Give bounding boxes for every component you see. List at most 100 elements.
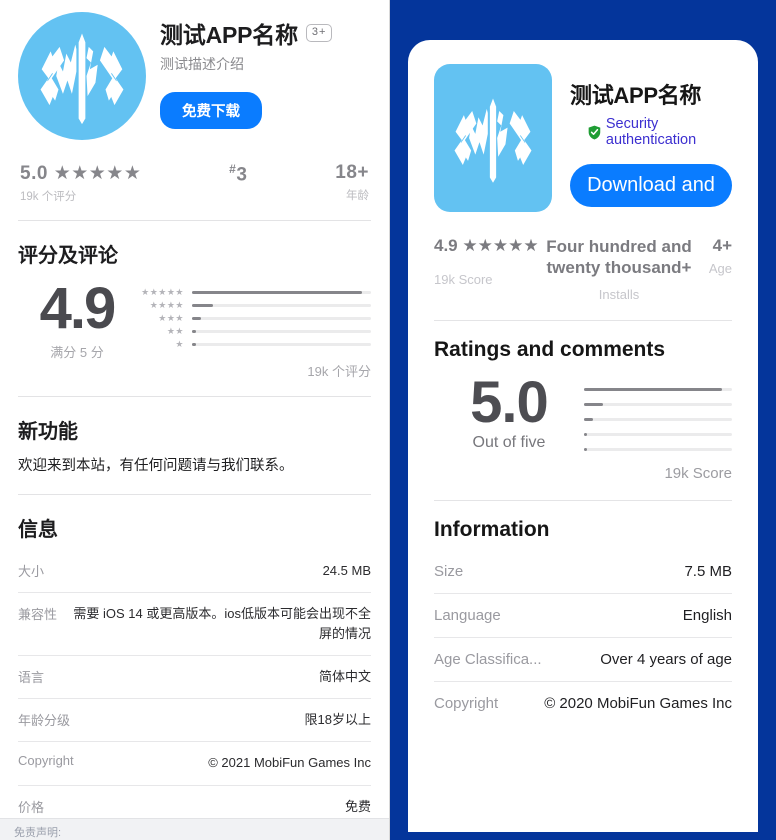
bar-track <box>584 387 732 391</box>
info-key: Copyright <box>18 753 74 769</box>
information-title: 信息 <box>18 518 58 541</box>
info-value: 24.5 MB <box>322 562 371 578</box>
info-value: 免费 <box>344 798 371 814</box>
app-logo-emblem-icon <box>40 33 124 125</box>
average-score-value: 5.0 <box>470 369 549 435</box>
stat-rank: #3 <box>141 162 335 186</box>
download-button[interactable]: Download and <box>570 164 732 207</box>
age-rating-badge: 3+ <box>305 24 333 42</box>
page-title: 测试APP名称 <box>160 22 298 48</box>
divider <box>434 499 732 501</box>
app-card: 测试APP名称 Security authentication Download… <box>408 40 758 832</box>
bar-track <box>584 432 732 436</box>
stat-age: 18+ 年龄 <box>335 162 369 203</box>
left-stats-row: 5.0 ★★★★★ 19k 个评分 #3 18+ 年龄 <box>18 162 371 204</box>
table-row: ★★★ <box>136 312 371 325</box>
whats-new-text: 欢迎来到本站，有任何问题请与我们联系。 <box>18 458 294 474</box>
bar-star-label: ★★★★★ <box>141 287 184 297</box>
info-key: Size <box>434 562 464 580</box>
table-row: Language English <box>434 594 732 638</box>
bar-star-label: ★★ <box>166 326 184 336</box>
installs-label: Installs <box>598 286 640 302</box>
info-value: © 2020 MobiFun Games Inc <box>544 694 732 712</box>
table-row: Copyright © 2021 MobiFun Games Inc <box>18 742 371 786</box>
right-app-page-android: 测试APP名称 Security authentication Download… <box>390 0 776 840</box>
app-icon-rounded[interactable] <box>434 64 552 212</box>
bar-fill <box>192 317 201 320</box>
rating-label: 19k Score <box>434 272 493 287</box>
security-authentication-label: Security authentication <box>605 116 697 148</box>
histogram-bars: 19k Score <box>584 374 732 482</box>
bar-track <box>192 304 371 307</box>
right-stats-row: 4.9 ★★★★★ 19k Score Four hundred and twe… <box>434 236 732 302</box>
info-value: Over 4 years of age <box>600 650 732 668</box>
table-row: Copyright © 2020 MobiFun Games Inc <box>434 682 732 725</box>
bar-fill <box>584 432 587 436</box>
disclaimer-footer: 免责声明: <box>0 818 389 840</box>
divider <box>18 396 371 397</box>
stat-age: 4+ Age <box>696 236 732 276</box>
installs-value: Four hundred and twenty thousand+ <box>546 237 692 278</box>
bar-fill <box>192 304 214 307</box>
shield-check-icon <box>588 125 601 140</box>
download-button[interactable]: 免费下载 <box>160 92 262 129</box>
ratings-section-title: Ratings and comments <box>434 337 666 361</box>
app-store-comparison-screen: 测试APP名称 3+ 测试描述介绍 免费下载 5.0 ★★★★★ 19k 个评分… <box>0 0 776 840</box>
histogram-total-label: 19k Score <box>664 464 732 482</box>
table-row: 年龄分级 限18岁以上 <box>18 699 371 743</box>
divider <box>18 220 371 221</box>
bar-fill <box>584 387 722 391</box>
bar-track <box>584 447 732 451</box>
bar-fill <box>584 447 587 451</box>
info-key: Age Classifica... <box>434 650 542 668</box>
info-key: 价格 <box>18 799 45 815</box>
histogram-total-label: 19k 个评分 <box>307 364 371 379</box>
bar-track <box>192 291 371 294</box>
bar-fill <box>584 402 604 406</box>
information-title: Information <box>434 517 550 541</box>
whats-new-title: 新功能 <box>18 421 78 443</box>
table-row: ★ <box>136 338 371 351</box>
table-row: 语言 简体中文 <box>18 656 371 700</box>
divider <box>434 319 732 321</box>
age-value: 4+ <box>712 236 732 255</box>
average-score: 4.9 满分 5 分 <box>18 278 136 361</box>
information-list: Size 7.5 MB Language English Age Classif… <box>434 550 732 725</box>
rating-value: 5.0 ★★★★★ <box>20 163 142 184</box>
table-row: ★★★★ <box>136 299 371 312</box>
rating-label: 19k 个评分 <box>20 191 77 203</box>
bar-fill <box>192 291 363 294</box>
right-app-header: 测试APP名称 Security authentication Download… <box>434 40 732 212</box>
stat-rating: 4.9 ★★★★★ 19k Score <box>434 236 542 287</box>
info-key: 年龄分级 <box>18 713 71 729</box>
average-score-caption: 满分 5 分 <box>50 345 104 360</box>
info-key: Language <box>434 606 501 624</box>
right-rating-histogram: 5.0 Out of five 19k Score <box>434 369 732 482</box>
info-value: © 2021 MobiFun Games Inc <box>208 755 371 771</box>
app-icon-circle[interactable] <box>18 12 146 140</box>
bar-track <box>192 317 371 320</box>
information-list: 大小 24.5 MB 兼容性 需要 iOS 14 或更高版本。ios低版本可能会… <box>18 550 371 840</box>
rank-value: #3 <box>229 162 248 186</box>
table-row <box>584 397 732 412</box>
rating-value: 4.9 ★★★★★ <box>434 236 539 255</box>
bar-star-label: ★ <box>175 339 184 349</box>
bar-track <box>584 402 732 406</box>
bar-fill <box>584 417 593 421</box>
average-score-caption: Out of five <box>472 433 546 451</box>
info-key: 兼容性 <box>18 606 58 622</box>
left-rating-histogram: 4.9 满分 5 分 ★★★★★ ★★★★ ★★★ ★★ ★ 19k 个评分 <box>18 278 371 380</box>
table-row <box>584 412 732 427</box>
info-key: 语言 <box>18 670 45 686</box>
bar-track <box>584 417 732 421</box>
left-app-header: 测试APP名称 3+ 测试描述介绍 免费下载 <box>18 0 371 140</box>
bar-fill <box>192 330 196 333</box>
bar-track <box>192 330 371 333</box>
average-score-value: 4.9 <box>39 276 117 341</box>
age-label: 年龄 <box>346 190 369 202</box>
average-score: 5.0 Out of five <box>434 369 584 452</box>
age-value: 18+ <box>335 162 369 183</box>
table-row: ★★ <box>136 325 371 338</box>
table-row: 兼容性 需要 iOS 14 或更高版本。ios低版本可能会出现不全屏的情况 <box>18 593 371 657</box>
divider <box>18 493 371 495</box>
